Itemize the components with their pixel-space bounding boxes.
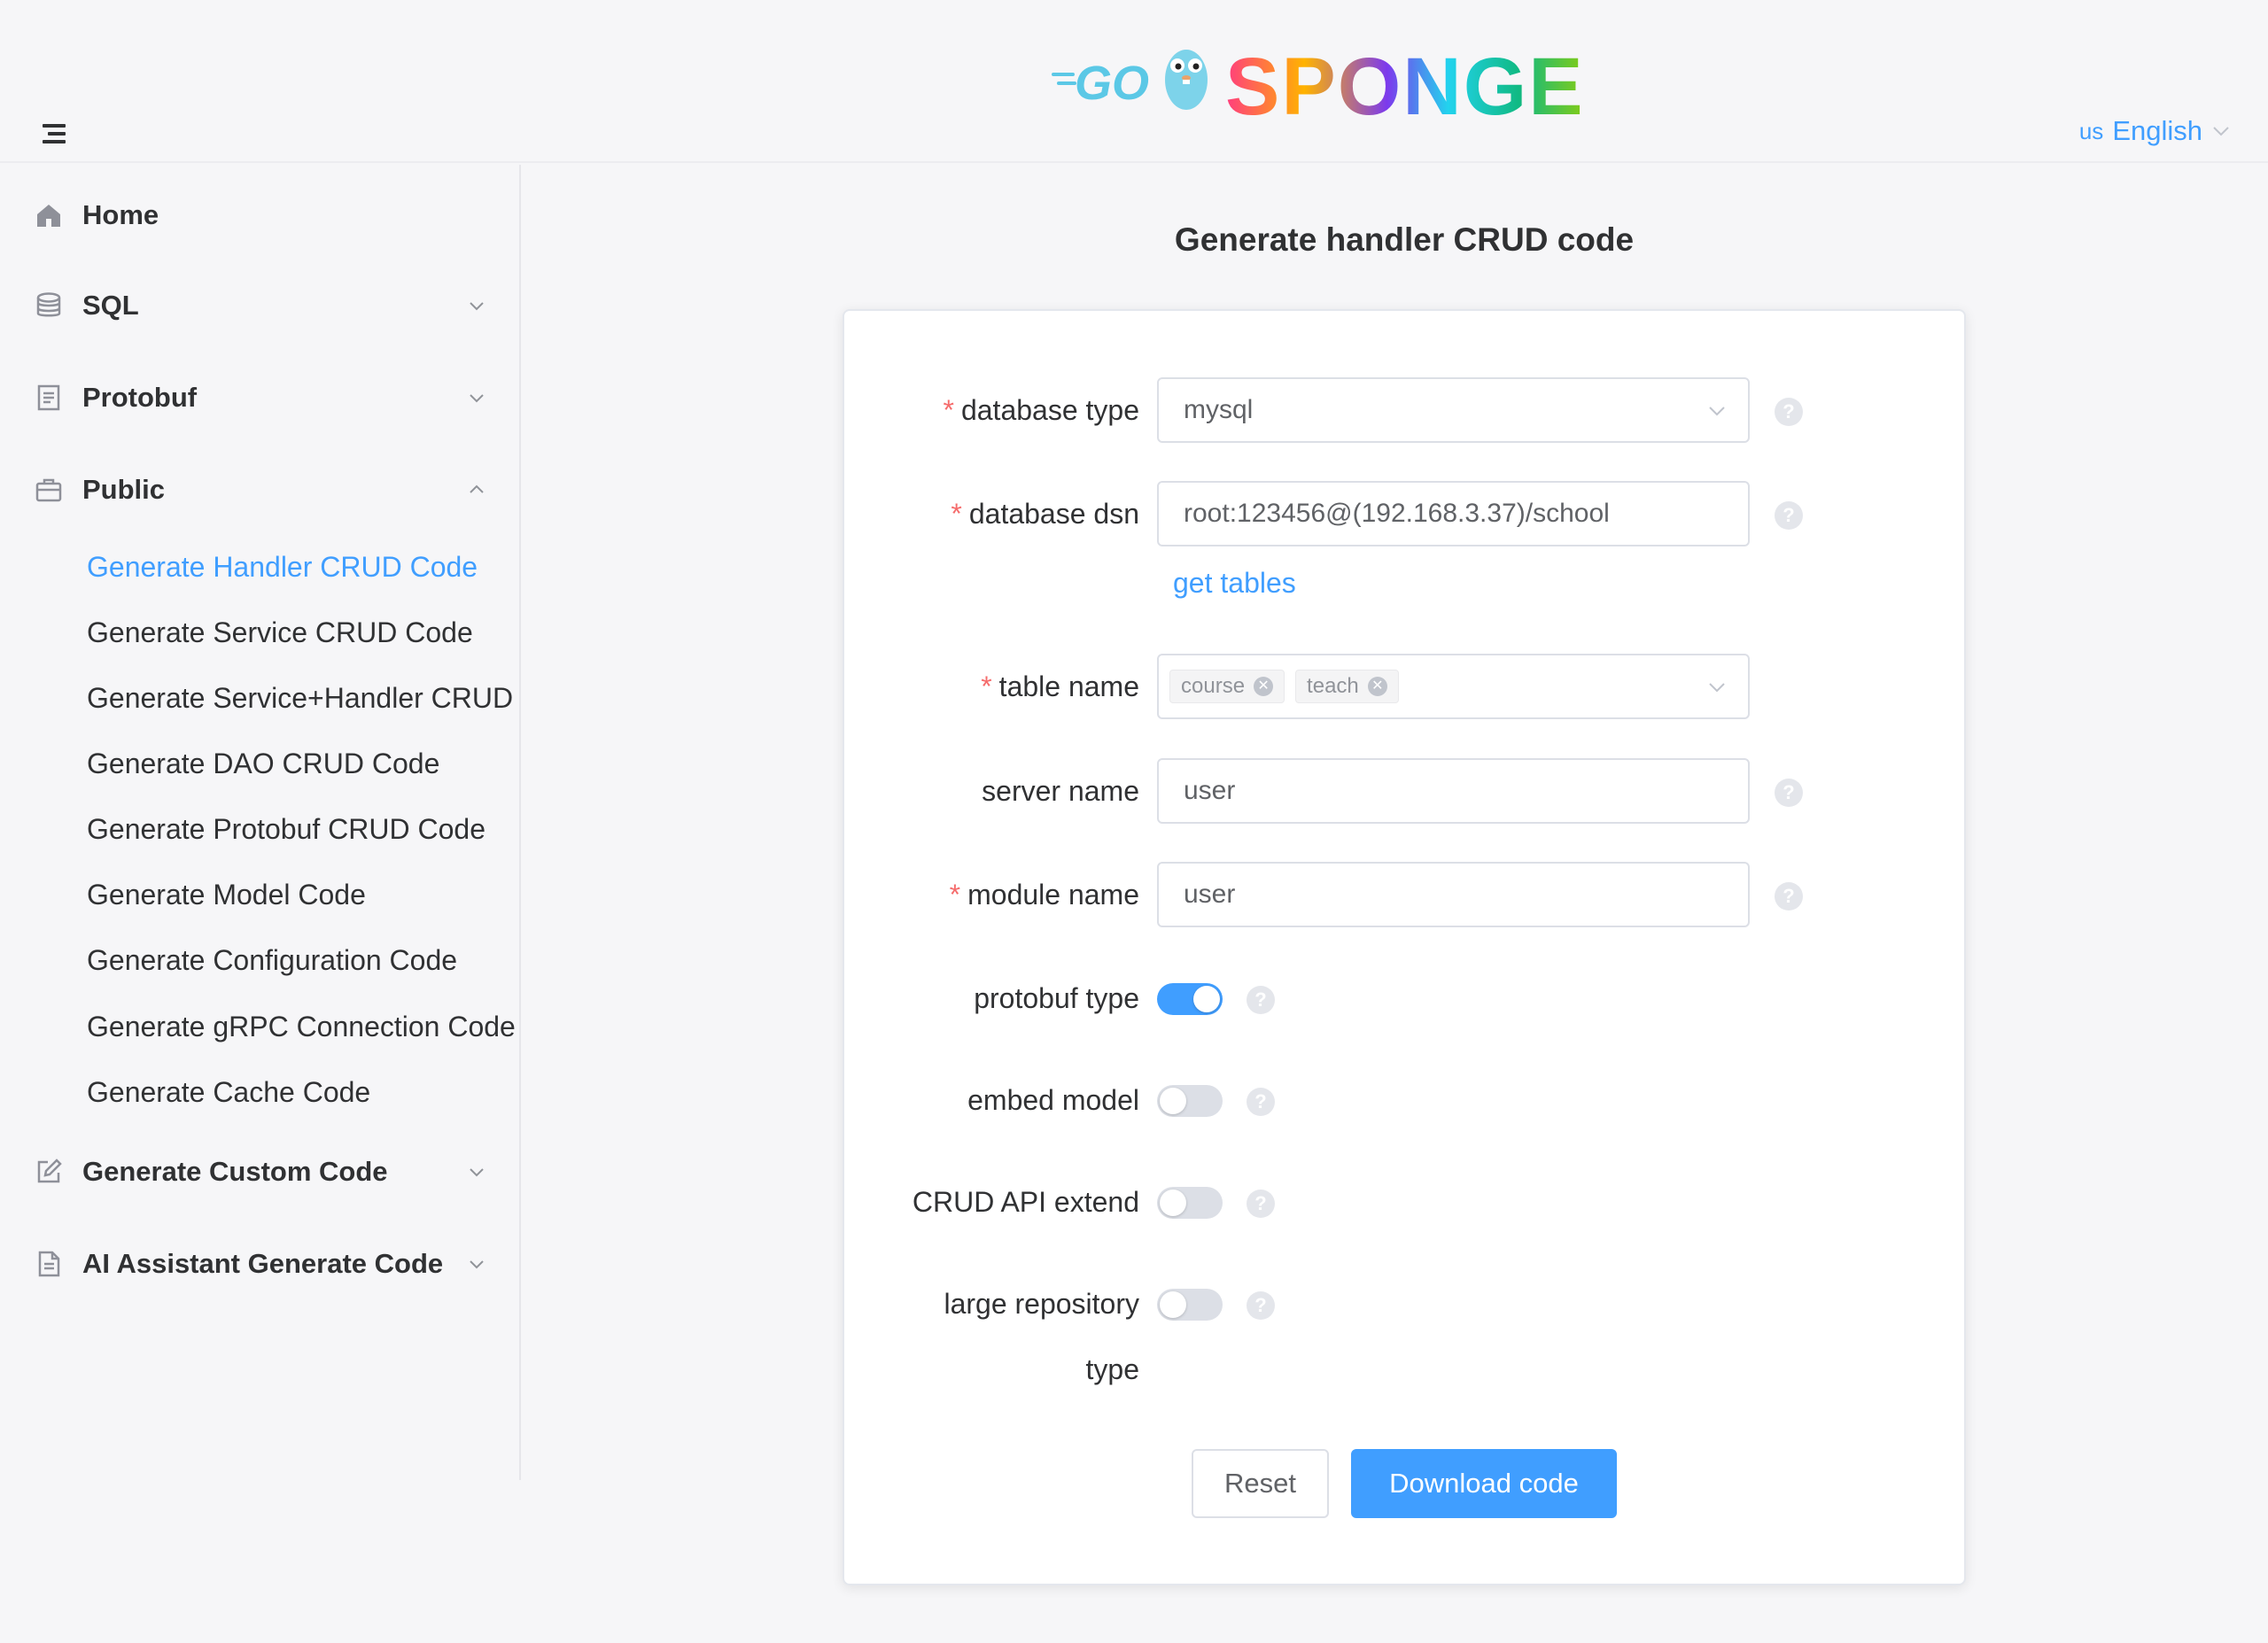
embed-model-label: embed model: [967, 1084, 1139, 1116]
sidebar-subitem-service-handler-crud[interactable]: Generate Service+Handler CRUD Code: [87, 671, 519, 725]
crud-api-extend-switch[interactable]: [1157, 1187, 1223, 1219]
download-code-button[interactable]: Download code: [1351, 1449, 1617, 1518]
sidebar-item-label: Generate Custom Code: [82, 1156, 388, 1187]
chevron-down-icon: [1709, 407, 1725, 416]
sidebar-subitem-grpc-connection[interactable]: Generate gRPC Connection Code: [87, 1000, 519, 1053]
top-header: GO SPONGE us English: [0, 0, 2268, 163]
document-icon: [37, 384, 60, 411]
chevron-up-icon: [470, 484, 484, 493]
protobuf-type-label: protobuf type: [974, 982, 1139, 1014]
file-icon: [38, 1251, 60, 1277]
page-title: Generate handler CRUD code: [1174, 221, 1635, 258]
help-icon[interactable]: ?: [1775, 398, 1803, 426]
sidebar-subitem-handler-crud[interactable]: Generate Handler CRUD Code: [87, 540, 519, 593]
help-icon[interactable]: ?: [1247, 1088, 1275, 1116]
sidebar-item-sql[interactable]: SQL: [0, 270, 519, 341]
module-name-label: * module name: [949, 879, 1139, 911]
chevron-down-icon: [470, 1168, 484, 1177]
database-type-label: * database type: [943, 394, 1140, 426]
sidebar-item-protobuf[interactable]: Protobuf: [0, 362, 519, 433]
table-tag-course: course ✕: [1169, 670, 1285, 703]
help-icon[interactable]: ?: [1775, 882, 1803, 911]
table-name-multiselect[interactable]: course ✕ teach ✕: [1157, 654, 1750, 719]
database-dsn-label: * database dsn: [951, 498, 1139, 530]
sidebar-subitem-configuration-code[interactable]: Generate Configuration Code: [87, 934, 519, 987]
table-name-label: * table name: [981, 670, 1139, 702]
chevron-down-icon: [1709, 683, 1725, 693]
svg-text:SPONGE: SPONGE: [1225, 42, 1585, 128]
sidebar-subitem-model-code[interactable]: Generate Model Code: [87, 868, 519, 921]
sidebar-subitem-service-crud[interactable]: Generate Service CRUD Code: [87, 606, 519, 659]
menu-toggle-icon[interactable]: [43, 124, 66, 143]
server-name-value: user: [1184, 776, 1236, 805]
server-name-input[interactable]: user: [1157, 758, 1750, 824]
large-repository-label-line2: type: [1085, 1353, 1139, 1385]
tag-close-icon[interactable]: ✕: [1367, 677, 1387, 696]
tag-close-icon[interactable]: ✕: [1254, 677, 1274, 696]
get-tables-link[interactable]: get tables: [1173, 567, 1296, 600]
sidebar-item-label: Protobuf: [82, 382, 198, 413]
sidebar-item-custom-code[interactable]: Generate Custom Code: [0, 1136, 519, 1207]
database-dsn-value: root:123456@(192.168.3.37)/school: [1184, 499, 1610, 528]
sidebar-item-label: SQL: [82, 290, 139, 321]
database-type-select[interactable]: mysql: [1157, 377, 1750, 443]
database-dsn-input[interactable]: root:123456@(192.168.3.37)/school: [1157, 481, 1750, 546]
sidebar-item-label: Home: [82, 199, 159, 230]
flag-us-icon: us: [2078, 117, 2104, 144]
large-repository-label-line1: large repository: [944, 1288, 1139, 1320]
sidebar-item-public[interactable]: Public: [0, 454, 519, 525]
sponge-logo: GO SPONGE: [1052, 42, 1585, 128]
help-icon[interactable]: ?: [1775, 501, 1803, 530]
help-icon[interactable]: ?: [1247, 1190, 1275, 1218]
help-icon[interactable]: ?: [1247, 986, 1275, 1014]
briefcase-icon: [35, 478, 62, 502]
sidebar-subitem-dao-crud[interactable]: Generate DAO CRUD Code: [87, 737, 519, 790]
sidebar-item-ai-assistant[interactable]: AI Assistant Generate Code: [0, 1228, 519, 1299]
edit-icon: [37, 1159, 62, 1183]
sidebar-subitem-protobuf-crud[interactable]: Generate Protobuf CRUD Code: [87, 802, 519, 856]
table-tag-teach: teach ✕: [1295, 670, 1399, 703]
help-icon[interactable]: ?: [1775, 779, 1803, 807]
module-name-value: user: [1184, 880, 1236, 909]
database-type-value: mysql: [1184, 395, 1254, 424]
embed-model-switch[interactable]: [1157, 1085, 1223, 1117]
large-repository-switch[interactable]: [1157, 1289, 1223, 1321]
sidebar-item-label: AI Assistant Generate Code: [82, 1248, 444, 1279]
sidebar-item-label: Public: [82, 474, 166, 505]
chevron-down-icon: [2213, 127, 2229, 136]
server-name-label: server name: [982, 775, 1139, 807]
sidebar-item-home[interactable]: Home: [0, 180, 519, 251]
crud-api-extend-label: CRUD API extend: [912, 1186, 1139, 1218]
language-selector[interactable]: us English: [2079, 113, 2231, 149]
svg-text:GO: GO: [1075, 57, 1149, 110]
language-label: English: [2112, 115, 2202, 146]
module-name-input[interactable]: user: [1157, 862, 1750, 927]
help-icon[interactable]: ?: [1247, 1291, 1275, 1320]
home-icon: [37, 205, 60, 227]
chevron-down-icon: [470, 394, 484, 403]
database-icon: [36, 292, 61, 317]
chevron-down-icon: [470, 1260, 484, 1269]
chevron-down-icon: [470, 302, 484, 311]
sidebar-subitem-cache-code[interactable]: Generate Cache Code: [87, 1066, 519, 1119]
sidebar: Home SQL Protobuf Public Generate Handle…: [0, 165, 521, 1480]
reset-button[interactable]: Reset: [1192, 1449, 1329, 1518]
protobuf-type-switch[interactable]: [1157, 983, 1223, 1015]
